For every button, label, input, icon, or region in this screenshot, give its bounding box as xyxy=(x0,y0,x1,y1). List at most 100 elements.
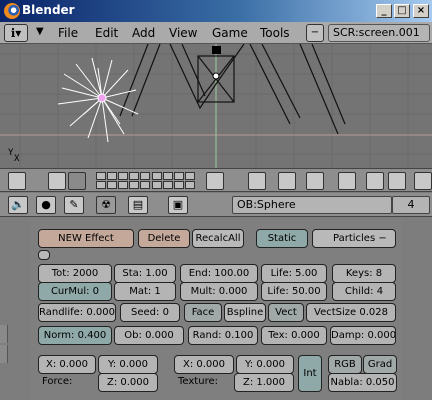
tot-field[interactable]: Tot: 2000 xyxy=(38,264,112,283)
force-label: Force: xyxy=(42,376,73,387)
effect-type-menu[interactable]: Particles − xyxy=(312,229,396,248)
force-y-field[interactable]: Y: 0.000 xyxy=(98,355,158,374)
menu-tools[interactable]: Tools xyxy=(260,26,290,40)
end-field[interactable]: End: 100.00 xyxy=(180,264,258,283)
life-field[interactable]: Life: 5.00 xyxy=(261,264,327,283)
menu-view[interactable]: View xyxy=(169,26,197,40)
layer-2[interactable] xyxy=(107,172,117,180)
window-title: Blender xyxy=(22,3,75,17)
vect-toggle[interactable]: Vect xyxy=(268,303,304,322)
view-icon[interactable] xyxy=(248,172,266,190)
layer-13[interactable] xyxy=(118,181,128,189)
menu-edit[interactable]: Edit xyxy=(95,26,118,40)
recalc-all-button[interactable]: RecalcAll xyxy=(192,229,244,248)
layer-5[interactable] xyxy=(140,172,150,180)
window-type-3d-icon[interactable] xyxy=(8,172,26,190)
texture-y-field[interactable]: Y: 0.000 xyxy=(236,355,294,374)
randlife-field[interactable]: Randlife: 0.000 xyxy=(38,303,116,322)
layer-12[interactable] xyxy=(107,181,117,189)
child-life-field[interactable]: Life: 50.00 xyxy=(261,282,327,301)
maximize-button[interactable]: □ xyxy=(394,4,410,18)
seed-field[interactable]: Seed: 0 xyxy=(120,303,180,322)
blender-logo-icon xyxy=(4,3,20,19)
home-icon[interactable] xyxy=(68,172,86,190)
int-toggle[interactable]: Int xyxy=(298,355,322,392)
bspline-toggle[interactable]: Bspline xyxy=(224,303,266,322)
child-field[interactable]: Child: 4 xyxy=(332,282,396,301)
cube-view-icon[interactable] xyxy=(278,172,296,190)
minimize-button[interactable]: _ xyxy=(376,4,392,18)
screen-browse-button[interactable]: − xyxy=(306,24,324,42)
texture-x-field[interactable]: X: 0.000 xyxy=(174,355,234,374)
screen-name-field[interactable]: SCR:screen.001 xyxy=(328,24,430,42)
layer-18[interactable] xyxy=(174,181,184,189)
layer-9[interactable] xyxy=(185,172,195,180)
speaker-icon[interactable]: 🔈 xyxy=(8,196,28,214)
effect-type-minus: − xyxy=(378,233,387,244)
render-icon[interactable] xyxy=(414,172,432,190)
layer-17[interactable] xyxy=(163,181,173,189)
3d-view-header xyxy=(0,168,432,192)
mult-field[interactable]: Mult: 0.000 xyxy=(180,282,258,301)
texture-z-field[interactable]: Z: 1.000 xyxy=(234,373,294,392)
texture-label: Texture: xyxy=(178,376,218,387)
layer-7[interactable] xyxy=(163,172,173,180)
object-name-field[interactable]: OB:Sphere xyxy=(232,196,392,214)
damp-field[interactable]: Damp: 0.000 xyxy=(330,326,396,345)
viewport-canvas xyxy=(0,44,432,168)
force-x-field[interactable]: X: 0.000 xyxy=(38,355,96,374)
layer-11[interactable] xyxy=(96,181,106,189)
force-z-field[interactable]: Z: 0.000 xyxy=(98,373,158,392)
current-frame-field[interactable]: 4 xyxy=(392,196,430,214)
panel-edge-tab[interactable] xyxy=(0,325,8,343)
face-toggle[interactable]: Face xyxy=(184,303,222,322)
menu-add[interactable]: Add xyxy=(132,26,155,40)
3d-viewport[interactable]: Y X xyxy=(0,44,432,168)
info-window-type-icon[interactable]: ℹ▾ xyxy=(4,24,28,42)
sta-field[interactable]: Sta: 1.00 xyxy=(114,264,176,283)
world-icon[interactable]: ● xyxy=(36,196,56,214)
static-toggle[interactable]: Static xyxy=(256,229,308,248)
layer-buttons xyxy=(96,172,206,190)
effect-type-label: Particles xyxy=(333,233,376,244)
image-icon[interactable]: ▣ xyxy=(168,196,188,214)
draw-type-icon[interactable] xyxy=(48,172,66,190)
menu-game[interactable]: Game xyxy=(212,26,248,40)
tex-field[interactable]: Tex: 0.000 xyxy=(261,326,327,345)
panel-edge-tab[interactable] xyxy=(0,345,8,363)
move-manipulator-icon[interactable] xyxy=(366,172,384,190)
menu-file[interactable]: File xyxy=(58,26,78,40)
nabla-field[interactable]: Nabla: 0.050 xyxy=(328,373,397,392)
layer-3[interactable] xyxy=(118,172,128,180)
collapse-menu-icon[interactable]: ▼ xyxy=(36,26,44,37)
snap-icon[interactable] xyxy=(338,172,356,190)
delete-effect-button[interactable]: Delete xyxy=(138,229,190,248)
norm-field[interactable]: Norm: 0.400 xyxy=(38,326,112,345)
lock-icon[interactable] xyxy=(206,172,224,190)
scale-manipulator-icon[interactable] xyxy=(388,172,406,190)
paint-icon[interactable]: ✎ xyxy=(64,196,84,214)
new-effect-button[interactable]: NEW Effect xyxy=(38,229,134,248)
layer-19[interactable] xyxy=(185,181,195,189)
rgb-toggle[interactable]: RGB xyxy=(328,355,362,374)
layer-14[interactable] xyxy=(129,181,139,189)
pivot-icon[interactable] xyxy=(306,172,324,190)
layer-16[interactable] xyxy=(152,181,162,189)
mat-field[interactable]: Mat: 1 xyxy=(114,282,176,301)
script-icon[interactable]: ▤ xyxy=(128,196,148,214)
physics-icon[interactable]: ☢ xyxy=(96,196,116,214)
axis-y-label: Y xyxy=(8,148,14,158)
grad-toggle[interactable]: Grad xyxy=(363,355,397,374)
small-toggle[interactable] xyxy=(38,250,50,260)
layer-6[interactable] xyxy=(152,172,162,180)
layer-8[interactable] xyxy=(174,172,184,180)
vectsize-field[interactable]: VectSize 0.028 xyxy=(306,303,396,322)
rand-field[interactable]: Rand: 0.100 xyxy=(188,326,258,345)
layer-4[interactable] xyxy=(129,172,139,180)
ob-field[interactable]: Ob: 0.000 xyxy=(114,326,184,345)
layer-15[interactable] xyxy=(140,181,150,189)
keys-field[interactable]: Keys: 8 xyxy=(332,264,396,283)
curmul-field[interactable]: CurMul: 0 xyxy=(38,282,112,301)
layer-1[interactable] xyxy=(96,172,106,180)
close-button[interactable]: × xyxy=(413,4,429,18)
